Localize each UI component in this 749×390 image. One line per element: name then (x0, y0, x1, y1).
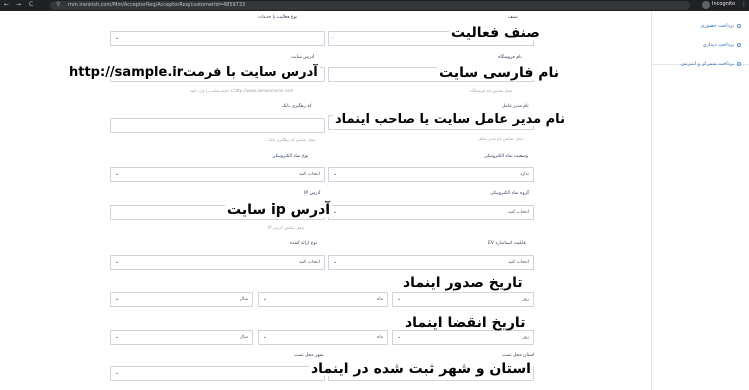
issue-month-value: ماه (376, 297, 383, 302)
circle-icon (737, 23, 741, 28)
annotation-website: آدرس سایت با فرمتhttp://sample.ir (67, 65, 320, 80)
activity-type-label: نوع فعالیت یا خدمات (258, 15, 298, 20)
enamad-group-value: انتخاب کنید (507, 210, 529, 215)
enamad-status-select[interactable]: ⌄ ندارد (328, 167, 534, 182)
ev-standard-value: انتخاب کنید (507, 260, 529, 265)
website-help: http://www.domainname.com یا دامنه سایت … (190, 88, 294, 93)
chevron-down-icon: ⌄ (115, 296, 120, 302)
enamad-status-label: وضعیت نماد الکترونیکی (484, 154, 528, 159)
chevron-down-icon: ⌄ (115, 35, 120, 41)
manager-name-label: نام مدیر عامل (502, 104, 529, 109)
provider-type-label: نوع ارائه کننده (290, 241, 318, 246)
province-label: استان محل نصب (502, 353, 535, 358)
enamad-type-value: انتخاب کنید (298, 172, 320, 177)
incognito-label: Incognito (712, 1, 736, 7)
sidebar-item-internet[interactable]: پرداخت متمرکز و اینترنتی (680, 61, 741, 67)
sidebar-item-label: پرداخت دیداری (702, 42, 734, 48)
ev-standard-select[interactable]: ⌄ انتخاب کنید (328, 255, 534, 270)
expiry-month-select[interactable]: ⌄ ماه (258, 330, 388, 345)
enamad-type-select[interactable]: ⌄ انتخاب کنید (110, 167, 325, 182)
circle-icon (737, 42, 741, 47)
chevron-down-icon: ⌄ (115, 334, 120, 340)
chevron-down-icon: ⌄ (333, 209, 338, 215)
tracking-code-help: محل نمایش کد رهگیری بانک (268, 137, 316, 142)
expiry-year-select[interactable]: ⌄ سال (110, 330, 253, 345)
enamad-type-label: نوع نماد الکترونیکی (272, 154, 309, 159)
reload-icon[interactable]: C (29, 1, 33, 8)
sidebar-item-visual[interactable]: پرداخت دیداری (703, 42, 741, 48)
sidebar-item-in-person[interactable]: پرداخت حضوری (700, 23, 741, 29)
expiry-day-select[interactable]: ⌄ روز (392, 330, 534, 345)
tracking-code-input[interactable] (110, 118, 325, 133)
issue-year-select[interactable]: ⌄ سال (110, 292, 253, 307)
menu-icon[interactable]: ⋮ (741, 1, 747, 8)
sidebar-item-label: پرداخت متمرکز و اینترنتی (680, 61, 734, 67)
chevron-down-icon: ⌄ (397, 334, 402, 340)
annotation-expiry-date: تاریخ انقضا اینماد (403, 315, 528, 331)
enamad-group-label: گروه نماد الکترونیکی (490, 191, 530, 196)
annotation-location: استان و شهر ثبت شده در اینماد (309, 361, 533, 377)
website-label: آدرس سایت (291, 55, 315, 60)
forward-icon[interactable]: → (16, 1, 21, 8)
chevron-down-icon: ⌄ (263, 334, 268, 340)
store-name-help: محل نمایش نام فروشگاه (470, 88, 513, 93)
category-label: صنف (508, 15, 518, 20)
store-name-label: نام فروشگاه (498, 55, 522, 60)
city-label: شهر محل نصب (294, 353, 324, 358)
provider-type-select[interactable]: ⌄ انتخاب کنید (110, 255, 325, 270)
chevron-down-icon: ⌄ (333, 259, 338, 265)
activity-type-select[interactable]: ⌄ (110, 31, 325, 46)
circle-icon (737, 61, 741, 66)
chevron-down-icon: ⌄ (397, 296, 402, 302)
expiry-month-value: ماه (376, 335, 383, 340)
expiry-year-value: سال (239, 335, 248, 340)
enamad-group-select[interactable]: ⌄ انتخاب کنید (328, 205, 534, 220)
issue-month-select[interactable]: ⌄ ماه (258, 292, 388, 307)
chevron-down-icon: ⌄ (115, 370, 120, 376)
back-icon[interactable]: ← (4, 1, 9, 8)
chevron-down-icon: ⌄ (263, 296, 268, 302)
manager-name-help: محل نمایش نام مدیر عامل (478, 136, 523, 141)
site-info-icon[interactable]: ⚲ (56, 1, 60, 8)
ip-label: آدرس IP (304, 191, 321, 196)
address-bar[interactable]: ⚲ mm.irankish.com/Mm/AcceptorReq/Accepto… (50, 1, 690, 10)
incognito-icon (702, 1, 710, 9)
annotation-ip: آدرس ip سایت (225, 202, 333, 218)
chevron-down-icon: ⌄ (115, 259, 120, 265)
annotation-issue-date: تاریخ صدور اینماد (401, 275, 525, 291)
browser-toolbar: ← → C ⚲ mm.irankish.com/Mm/AcceptorReq/A… (0, 0, 749, 11)
ev-standard-label: قابلیت استاندارد EV (488, 241, 526, 246)
city-select[interactable]: ⌄ (110, 366, 325, 381)
chevron-down-icon: ⌄ (115, 171, 120, 177)
sidebar-item-label: پرداخت حضوری (700, 23, 734, 29)
enamad-status-value: ندارد (519, 172, 529, 177)
annotation-category: صنف فعالیت (449, 25, 542, 41)
annotation-store-name: نام فارسی سایت (437, 65, 562, 81)
chevron-down-icon: ⌄ (333, 171, 338, 177)
tracking-code-label: کد رهگیری بانک (282, 104, 312, 109)
issue-year-value: سال (239, 297, 248, 302)
url-text: mm.irankish.com/Mm/AcceptorReq/AcceptorR… (68, 2, 246, 8)
sidebar (651, 11, 749, 390)
issue-day-select[interactable]: ⌄ روز (392, 292, 534, 307)
expiry-day-value: روز (522, 335, 529, 340)
provider-type-value: انتخاب کنید (298, 260, 320, 265)
category-value: - (332, 36, 334, 41)
issue-day-value: روز (522, 297, 529, 302)
annotation-manager: نام مدیر عامل سایت یا صاحب اینماد (333, 112, 567, 127)
ip-help: محل نمایش آدرس IP (268, 225, 304, 230)
